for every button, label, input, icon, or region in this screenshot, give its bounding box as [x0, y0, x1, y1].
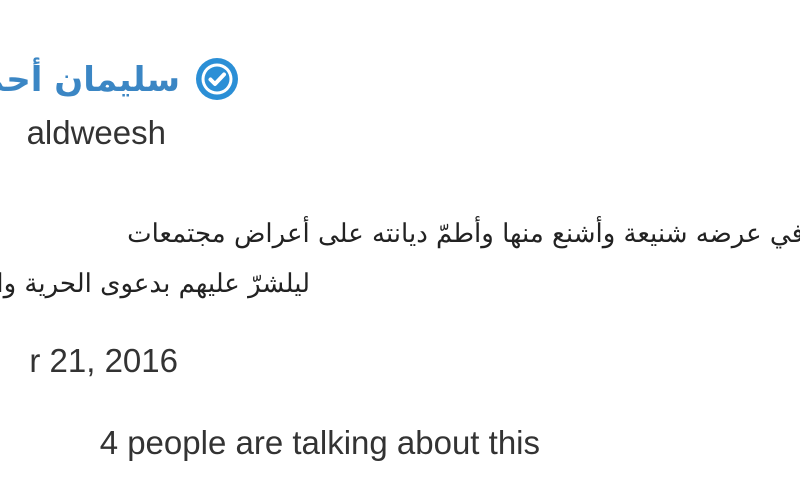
- embedded-tweet-card: سليمان أحمد aldweesh في عرضه شنيعة وأشنع…: [0, 0, 800, 500]
- tweet-text-line-1: في عرضه شنيعة وأشنع منها وأطمّ ديانته عل…: [127, 219, 800, 249]
- tweet-date-link[interactable]: r 21, 2016: [29, 338, 178, 384]
- verified-check-icon: [196, 58, 238, 100]
- author-handle[interactable]: aldweesh: [27, 110, 166, 156]
- engagement-count-link[interactable]: 4 people are talking about this: [100, 420, 540, 466]
- author-display-name[interactable]: سليمان أحمد: [0, 56, 180, 104]
- tweet-text-line-2: ليلشرّ عليهم بدعوى الحرية والانفتاح: [0, 269, 310, 299]
